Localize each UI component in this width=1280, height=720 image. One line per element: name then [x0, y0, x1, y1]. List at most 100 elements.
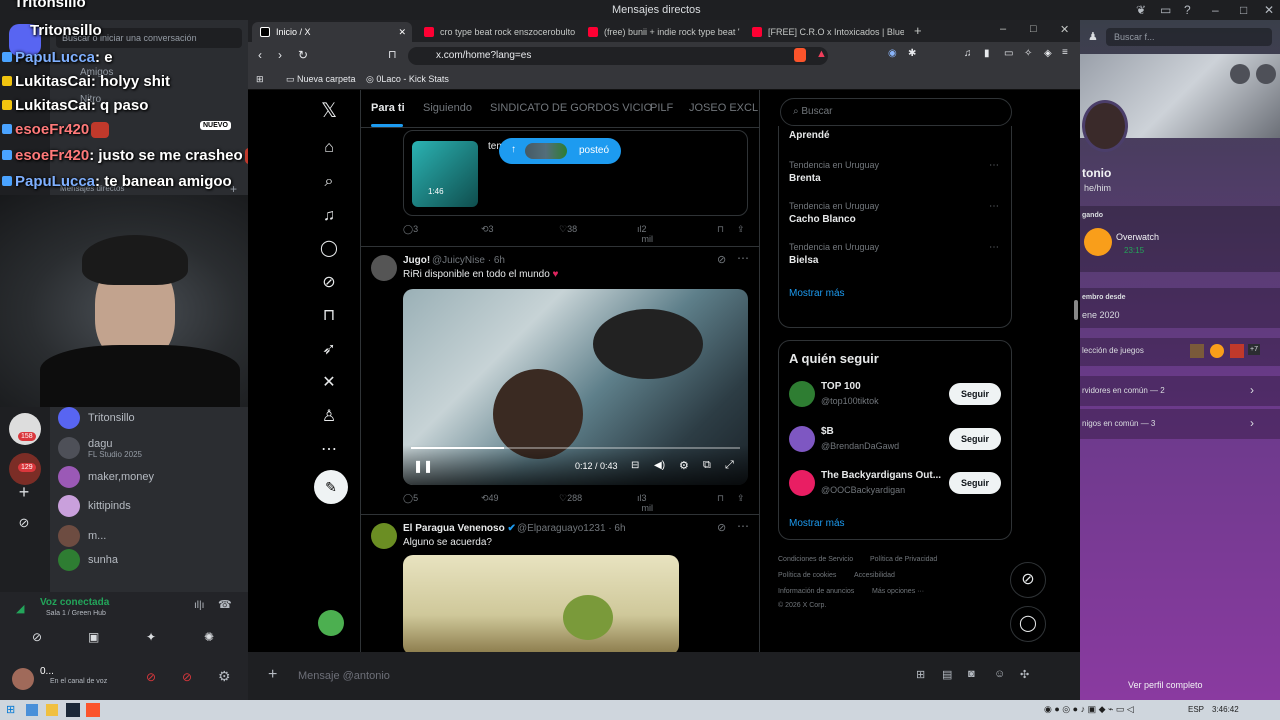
gift-icon[interactable]: ⊞: [916, 668, 925, 681]
more-icon[interactable]: ⋯: [989, 242, 999, 253]
language-indicator[interactable]: ESP: [1188, 705, 1204, 714]
trend-name[interactable]: Bielsa: [789, 255, 818, 266]
follow-button[interactable]: Seguir: [949, 472, 1001, 494]
help-icon[interactable]: ?: [1184, 3, 1191, 17]
apps-icon[interactable]: ✣: [1020, 668, 1029, 681]
pause-icon[interactable]: ❚❚: [413, 459, 433, 473]
avatar[interactable]: [1082, 100, 1128, 152]
trend-name[interactable]: Aprendé: [789, 130, 830, 141]
bookmark-folder[interactable]: ▭ Nueva carpeta: [286, 74, 356, 85]
emoji-icon[interactable]: ☺: [994, 668, 1005, 680]
author-name[interactable]: El Paragua Venenoso ✔: [403, 523, 516, 534]
close-button[interactable]: ✕: [1264, 3, 1274, 17]
trend-name[interactable]: Brenta: [789, 173, 821, 184]
jobs-icon[interactable]: ➶: [318, 339, 340, 361]
author-name[interactable]: Jugo!: [403, 255, 430, 266]
more-icon[interactable]: ⋯: [318, 439, 340, 461]
more-icon[interactable]: ⋯: [737, 251, 749, 265]
dm-item[interactable]: Tritonsillo: [58, 404, 243, 432]
mutual-servers[interactable]: rvidores en común — 2 ›: [1080, 376, 1280, 406]
leaf-icon[interactable]: ❦: [1136, 3, 1146, 17]
sticker-icon[interactable]: ◙: [968, 668, 975, 680]
settings-gear-icon[interactable]: ⚙: [218, 668, 231, 685]
message-input[interactable]: Mensaje @antonio: [298, 670, 390, 682]
avatar[interactable]: [789, 426, 815, 452]
maximize-button[interactable]: □: [1030, 23, 1037, 35]
avatar[interactable]: [12, 668, 34, 690]
more-icon[interactable]: ⋯: [989, 201, 999, 212]
close-button[interactable]: ✕: [1060, 23, 1069, 36]
close-tab-icon[interactable]: ✕: [398, 27, 406, 38]
avatar[interactable]: [371, 523, 397, 549]
avatar[interactable]: [371, 255, 397, 281]
voice-channel[interactable]: Sala 1 / Green Hub: [46, 610, 106, 617]
steam-icon[interactable]: [66, 703, 80, 717]
footer-link[interactable]: Condiciones de Servicio: [778, 556, 853, 563]
footer-link[interactable]: Accesibilidad: [854, 572, 895, 579]
apps-icon[interactable]: ⊞: [256, 74, 264, 85]
soundboard-icon[interactable]: ✺: [204, 630, 214, 644]
search-icon[interactable]: ⌕: [318, 171, 340, 193]
views-button[interactable]: ıl 3 mil: [637, 493, 653, 513]
explore-icon[interactable]: ⊘: [9, 515, 39, 533]
author-handle[interactable]: @Elparaguayo1231 · 6h: [517, 523, 626, 534]
inbox-icon[interactable]: ▭: [1160, 3, 1171, 17]
windows-start-icon[interactable]: ⊞: [6, 703, 15, 716]
pip-icon[interactable]: ⧉: [703, 459, 711, 472]
bookmark-icon[interactable]: ⊓: [717, 493, 724, 504]
grok-icon[interactable]: ⊘: [717, 521, 726, 534]
video-player[interactable]: ❚❚ 0:12 / 0:43 ⊟ ◀) ⚙ ⧉ ⤢: [403, 289, 748, 485]
url-input[interactable]: x.com/home?lang=es: [408, 47, 828, 65]
bookmarks-icon[interactable]: ⊓: [318, 305, 340, 327]
tab-para-ti[interactable]: Para ti: [371, 102, 405, 114]
add-server-icon[interactable]: +: [9, 482, 39, 502]
screen-share-icon[interactable]: ▣: [88, 630, 99, 644]
file-explorer-icon[interactable]: [46, 704, 58, 716]
reply-button[interactable]: ◯ 5: [403, 493, 418, 504]
dm-item[interactable]: dagu FL Studio 2025: [58, 434, 243, 462]
vpn-icon[interactable]: ◈: [1044, 48, 1052, 59]
show-more-link[interactable]: Mostrar más: [789, 518, 845, 529]
taskbar-app-icon[interactable]: [26, 704, 38, 716]
grok-icon[interactable]: ⊘: [318, 272, 340, 294]
music-icon[interactable]: ♫: [964, 48, 972, 59]
dm-item[interactable]: maker,money: [58, 463, 243, 491]
attach-icon[interactable]: +: [268, 666, 277, 684]
trend-name[interactable]: Cacho Blanco: [789, 214, 856, 225]
games-section[interactable]: lección de juegos +7: [1080, 338, 1280, 366]
follow-button[interactable]: Seguir: [949, 383, 1001, 405]
tab-siguiendo[interactable]: Siguiendo: [423, 102, 472, 114]
tab-list[interactable]: SINDICATO DE GORDOS VICIO: [490, 102, 652, 114]
grok-icon[interactable]: ⊘: [717, 253, 726, 266]
video-thumbnail[interactable]: [412, 141, 478, 207]
notifications-icon[interactable]: ♫: [318, 205, 340, 227]
mute-icon[interactable]: ⊘: [146, 670, 156, 684]
captions-icon[interactable]: ⊟: [631, 460, 639, 471]
bookmark-icon[interactable]: ⊓: [388, 48, 397, 61]
gif-icon[interactable]: ▤: [942, 668, 952, 681]
avatar[interactable]: [318, 610, 344, 636]
scrollbar-thumb[interactable]: [1074, 300, 1078, 320]
post-image[interactable]: [403, 555, 679, 652]
search-input[interactable]: ⌕ Buscar: [780, 98, 1012, 126]
settings-gear-icon[interactable]: ⚙: [679, 459, 689, 472]
tab-list[interactable]: JOSEO EXCLUSI: [689, 102, 759, 114]
volume-icon[interactable]: ◀): [654, 460, 665, 471]
forward-icon[interactable]: ›: [278, 48, 282, 62]
tab-youtube[interactable]: (free) bunii + indie rock type beat "lo: [580, 22, 740, 42]
clock[interactable]: 3:46:42: [1212, 705, 1239, 714]
dm-item[interactable]: sunha: [58, 546, 243, 574]
post[interactable]: El Paragua Venenoso ✔ @Elparaguayo1231 ·…: [361, 515, 759, 652]
sidebar-icon[interactable]: ▮: [984, 48, 990, 59]
audio-icon[interactable]: ◉: [888, 48, 897, 59]
avatar[interactable]: [789, 470, 815, 496]
disconnect-icon[interactable]: ☎: [218, 598, 232, 611]
new-posts-pill[interactable]: ↑ posteó: [499, 138, 621, 164]
profile-icon[interactable]: ♙: [318, 406, 340, 428]
tray-icons[interactable]: ◉ ● ◎ ● ♪ ▣ ◆ ⌁ ▭ ◁: [1044, 704, 1134, 715]
like-button[interactable]: ♡ 38: [559, 224, 577, 235]
views-button[interactable]: ıl 2 mil: [637, 224, 653, 244]
share-icon[interactable]: ⇪: [737, 224, 745, 235]
leo-icon[interactable]: ✧: [1024, 48, 1032, 59]
premium-icon[interactable]: ✕: [318, 372, 340, 394]
